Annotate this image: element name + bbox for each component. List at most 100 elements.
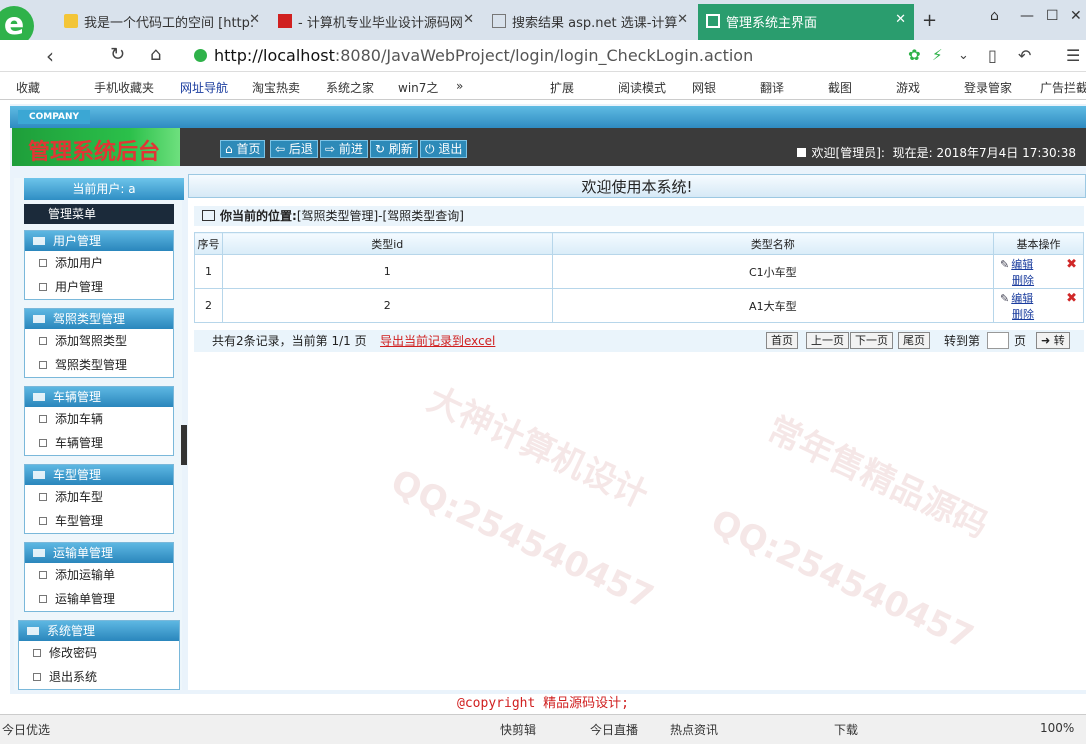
minimize-icon[interactable]: — [1020, 8, 1034, 24]
menu-item-user-manage[interactable]: 用户管理 [25, 275, 173, 299]
status-download[interactable]: 下载 [834, 721, 858, 738]
nav-back-button[interactable]: ⇦ 后退 [270, 140, 318, 158]
bookmark-syshome[interactable]: 系统之家 [326, 79, 374, 96]
menu-group-header[interactable]: 运输单管理 [25, 543, 173, 563]
nav-refresh-button[interactable]: ↻ 刷新 [370, 140, 418, 158]
bookmark-mobile[interactable]: 手机收藏夹 [94, 79, 154, 96]
menu-group-header[interactable]: 车型管理 [25, 465, 173, 485]
delete-x-icon[interactable]: ✖ [1066, 291, 1077, 306]
square-icon [796, 148, 806, 157]
delete-x-icon[interactable]: ✖ [1066, 257, 1077, 272]
bookmark-more[interactable]: » [456, 79, 463, 93]
status-quickcut[interactable]: 快剪辑 [500, 721, 536, 738]
refresh-accel-icon[interactable]: ✿ [908, 46, 921, 64]
bookmark-translate[interactable]: 翻译 [760, 79, 784, 96]
undo-icon[interactable]: ↶ [1018, 46, 1031, 65]
new-tab-button[interactable]: + [922, 10, 937, 31]
tab-1[interactable]: 我是一个代码工的空间 [http: ✕ [56, 4, 268, 40]
folder-icon [33, 237, 45, 245]
menu-item-add-waybill[interactable]: 添加运输单 [25, 563, 173, 587]
maximize-icon[interactable]: ☐ [1046, 8, 1059, 24]
close-icon[interactable]: ✕ [463, 12, 474, 27]
first-page-button[interactable]: 首页 [766, 332, 798, 349]
bookmark-screenshot[interactable]: 截图 [828, 79, 852, 96]
export-excel-link[interactable]: 导出当前记录到excel [380, 330, 495, 352]
menu-item-waybill-manage[interactable]: 运输单管理 [25, 587, 173, 611]
home-icon[interactable]: ⌂ [150, 44, 161, 65]
site-icon [278, 14, 292, 28]
page-number-input[interactable] [987, 332, 1009, 349]
prev-page-button[interactable]: 上一页 [806, 332, 849, 349]
menu-item-add-vehicle[interactable]: 添加车辆 [25, 407, 173, 431]
menu-item-add-user[interactable]: 添加用户 [25, 251, 173, 275]
go-button[interactable]: ➜ 转 [1036, 332, 1070, 349]
menu-icon[interactable]: ☰ [1066, 46, 1080, 65]
secure-icon [194, 49, 207, 62]
cell-ops: ✎ 编辑 删除 ✖ [993, 254, 1084, 289]
close-icon[interactable]: ✕ [895, 12, 906, 27]
bookmark-ext[interactable]: 扩展 [550, 79, 574, 96]
phone-icon[interactable]: ▯ [988, 46, 997, 65]
status-zoom[interactable]: 100% [1040, 721, 1074, 735]
status-today[interactable]: 今日优选 [2, 721, 50, 738]
bookmark-win7[interactable]: win7之 [398, 79, 438, 96]
url-field[interactable]: http://localhost:8080/JavaWebProject/log… [190, 43, 976, 69]
cell-no: 2 [194, 288, 223, 323]
menu-item-license-manage[interactable]: 驾照类型管理 [25, 353, 173, 377]
bookmark-favorites[interactable]: 收藏 [16, 79, 40, 96]
lightning-icon[interactable]: ⚡ [932, 46, 943, 64]
menu-item-change-password[interactable]: 修改密码 [19, 641, 179, 665]
delete-link[interactable]: 删除 [1012, 274, 1034, 287]
bookmark-bank[interactable]: 网银 [692, 79, 716, 96]
menu-group-license: 驾照类型管理 添加驾照类型 驾照类型管理 [24, 308, 174, 378]
page-unit: 页 [1014, 334, 1027, 348]
status-live[interactable]: 今日直播 [590, 721, 638, 738]
tab-3[interactable]: 搜索结果 asp.net 选课-计算 ✕ [484, 4, 696, 40]
pencil-icon: ✎ [1000, 291, 1010, 305]
chevron-down-icon[interactable]: ⌄ [958, 48, 969, 63]
back-icon[interactable]: ‹ [46, 44, 54, 68]
menu-item-logout[interactable]: 退出系统 [19, 665, 179, 689]
bookmark-nav[interactable]: 网址导航 [180, 79, 228, 96]
bookmark-login[interactable]: 登录管家 [964, 79, 1012, 96]
tab-4-active[interactable]: 管理系统主界面 ✕ [698, 4, 914, 40]
nav-home-button[interactable]: ⌂ 首页 [220, 140, 266, 158]
close-icon[interactable]: ✕ [249, 12, 260, 27]
bookmark-read[interactable]: 阅读模式 [618, 79, 666, 96]
edit-link[interactable]: 编辑 [1011, 258, 1033, 271]
menu-item-vehicle-manage[interactable]: 车辆管理 [25, 431, 173, 455]
menu-group-header[interactable]: 系统管理 [19, 621, 179, 641]
pencil-icon: ✎ [1000, 257, 1010, 271]
delete-link[interactable]: 删除 [1012, 308, 1034, 321]
close-icon[interactable]: ✕ [677, 12, 688, 27]
menu-item-model-manage[interactable]: 车型管理 [25, 509, 173, 533]
skin-icon[interactable]: ⌂ [990, 8, 999, 24]
menu-group-header[interactable]: 用户管理 [25, 231, 173, 251]
page-icon [492, 14, 506, 28]
reload-icon[interactable]: ↻ [110, 44, 125, 65]
item-icon [39, 439, 47, 447]
close-window-icon[interactable]: ✕ [1070, 8, 1082, 24]
next-page-button[interactable]: 下一页 [850, 332, 893, 349]
bookmark-taobao[interactable]: 淘宝热卖 [252, 79, 300, 96]
main-content: 欢迎使用本系统! 你当前的位置:[驾照类型管理]-[驾照类型查询] 序号 类型i… [188, 174, 1086, 690]
edit-link[interactable]: 编辑 [1011, 292, 1033, 305]
last-page-button[interactable]: 尾页 [898, 332, 930, 349]
folder-icon [33, 315, 45, 323]
sidebar-collapse-handle[interactable] [181, 425, 187, 465]
menu-group-header[interactable]: 车辆管理 [25, 387, 173, 407]
tab-2[interactable]: - 计算机专业毕业设计源码网 ✕ [270, 4, 482, 40]
folder-icon [33, 549, 45, 557]
menu-item-add-model[interactable]: 添加车型 [25, 485, 173, 509]
item-icon [39, 415, 47, 423]
nav-forward-button[interactable]: ⇨ 前进 [320, 140, 368, 158]
bookmark-games[interactable]: 游戏 [896, 79, 920, 96]
menu-item-add-license[interactable]: 添加驾照类型 [25, 329, 173, 353]
menu-group-system: 系统管理 修改密码 退出系统 [18, 620, 180, 690]
menu-group-header[interactable]: 驾照类型管理 [25, 309, 173, 329]
top-nav: ⌂ 首页 ⇦ 后退 ⇨ 前进 ↻ 刷新 ⏻ 退出 欢迎[管理员]: 现在是: 2… [180, 128, 1086, 166]
status-news[interactable]: 热点资讯 [670, 721, 718, 738]
bookmark-adblock[interactable]: 广告拦截 [1040, 79, 1086, 96]
nav-logout-button[interactable]: ⏻ 退出 [420, 140, 468, 158]
browser-tab-bar: e 我是一个代码工的空间 [http: ✕ - 计算机专业毕业设计源码网 ✕ 搜… [0, 0, 1086, 46]
